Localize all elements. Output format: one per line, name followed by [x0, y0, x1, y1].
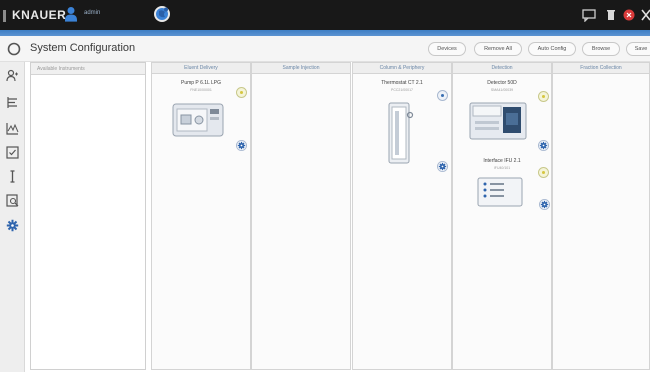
- instrument-name: Interface IFU 2.1: [483, 158, 521, 164]
- instrument-name: Thermostat CT 2.1: [381, 80, 423, 86]
- globe-icon[interactable]: [153, 5, 171, 23]
- report-icon[interactable]: [6, 194, 19, 207]
- instrument-serial: IFU40/101: [493, 166, 511, 170]
- column-periphery-column[interactable]: Column & Periphery Thermostat CT 2.1 PCC…: [352, 62, 452, 370]
- instrument-serial: SMA41/00039: [490, 88, 514, 92]
- browse-button[interactable]: Browse: [582, 42, 620, 56]
- page-header: System Configuration Devices Remove All …: [0, 36, 650, 62]
- back-icon[interactable]: [7, 42, 21, 56]
- chart-icon[interactable]: [6, 122, 19, 135]
- instrument-name: Detector 50D: [487, 80, 517, 86]
- gear-icon[interactable]: [539, 199, 550, 210]
- pump-device-image[interactable]: [172, 101, 224, 139]
- top-bar: KNAUER admin: [0, 0, 650, 30]
- left-navigation: [0, 62, 25, 372]
- detector-device-image[interactable]: [469, 101, 527, 141]
- sample-injection-column[interactable]: Sample Injection: [251, 62, 351, 370]
- status-indicator: [236, 87, 247, 98]
- instrument-serial: PCC21/00017: [391, 88, 413, 92]
- instruments-icon[interactable]: [6, 69, 19, 82]
- devices-button[interactable]: Devices: [428, 42, 466, 56]
- brand-logo: KNAUER: [12, 8, 67, 22]
- status-indicator: [538, 91, 549, 102]
- method-icon[interactable]: [6, 96, 19, 109]
- eluent-delivery-column[interactable]: Eluent Delivery Pump P 6.1L LPG FNE10/00…: [151, 62, 251, 370]
- auto-config-button[interactable]: Auto Config: [528, 42, 576, 56]
- settings-icon[interactable]: [6, 219, 19, 232]
- thermostat-device-image[interactable]: [387, 101, 415, 165]
- status-indicator: [538, 167, 549, 178]
- fraction-collection-column[interactable]: Fraction Collection: [552, 62, 650, 370]
- column-header: Eluent Delivery: [152, 63, 250, 74]
- column-header: Sample Injection: [252, 63, 350, 74]
- column-header: Column & Periphery: [353, 63, 451, 74]
- chat-icon[interactable]: [582, 8, 596, 22]
- available-instruments-label: Available Instruments: [31, 63, 145, 75]
- gear-icon[interactable]: [437, 161, 448, 172]
- error-icon[interactable]: [622, 8, 636, 22]
- brand-mark: [3, 10, 6, 22]
- user-name: admin: [84, 10, 101, 16]
- trash-icon[interactable]: [604, 8, 618, 22]
- column-header: Fraction Collection: [553, 63, 649, 74]
- interface-device-image[interactable]: [477, 177, 523, 207]
- page-title: System Configuration: [30, 42, 136, 54]
- remove-all-button[interactable]: Remove All: [474, 42, 522, 56]
- user-icon[interactable]: [64, 6, 78, 22]
- instrument-name: Pump P 6.1L LPG: [180, 80, 222, 86]
- gear-icon[interactable]: [236, 140, 247, 151]
- status-indicator: [437, 90, 448, 101]
- gear-icon[interactable]: [538, 140, 549, 151]
- checklist-icon[interactable]: [6, 146, 19, 159]
- available-instruments-panel: Available Instruments: [30, 62, 146, 370]
- save-button[interactable]: Save: [626, 42, 650, 56]
- text-cursor-icon[interactable]: [6, 170, 19, 183]
- detection-column[interactable]: Detection Detector 50D SMA41/00039 Inter…: [452, 62, 552, 370]
- column-header: Detection: [453, 63, 551, 74]
- close-icon[interactable]: [640, 8, 650, 22]
- available-instruments-list[interactable]: [31, 75, 145, 369]
